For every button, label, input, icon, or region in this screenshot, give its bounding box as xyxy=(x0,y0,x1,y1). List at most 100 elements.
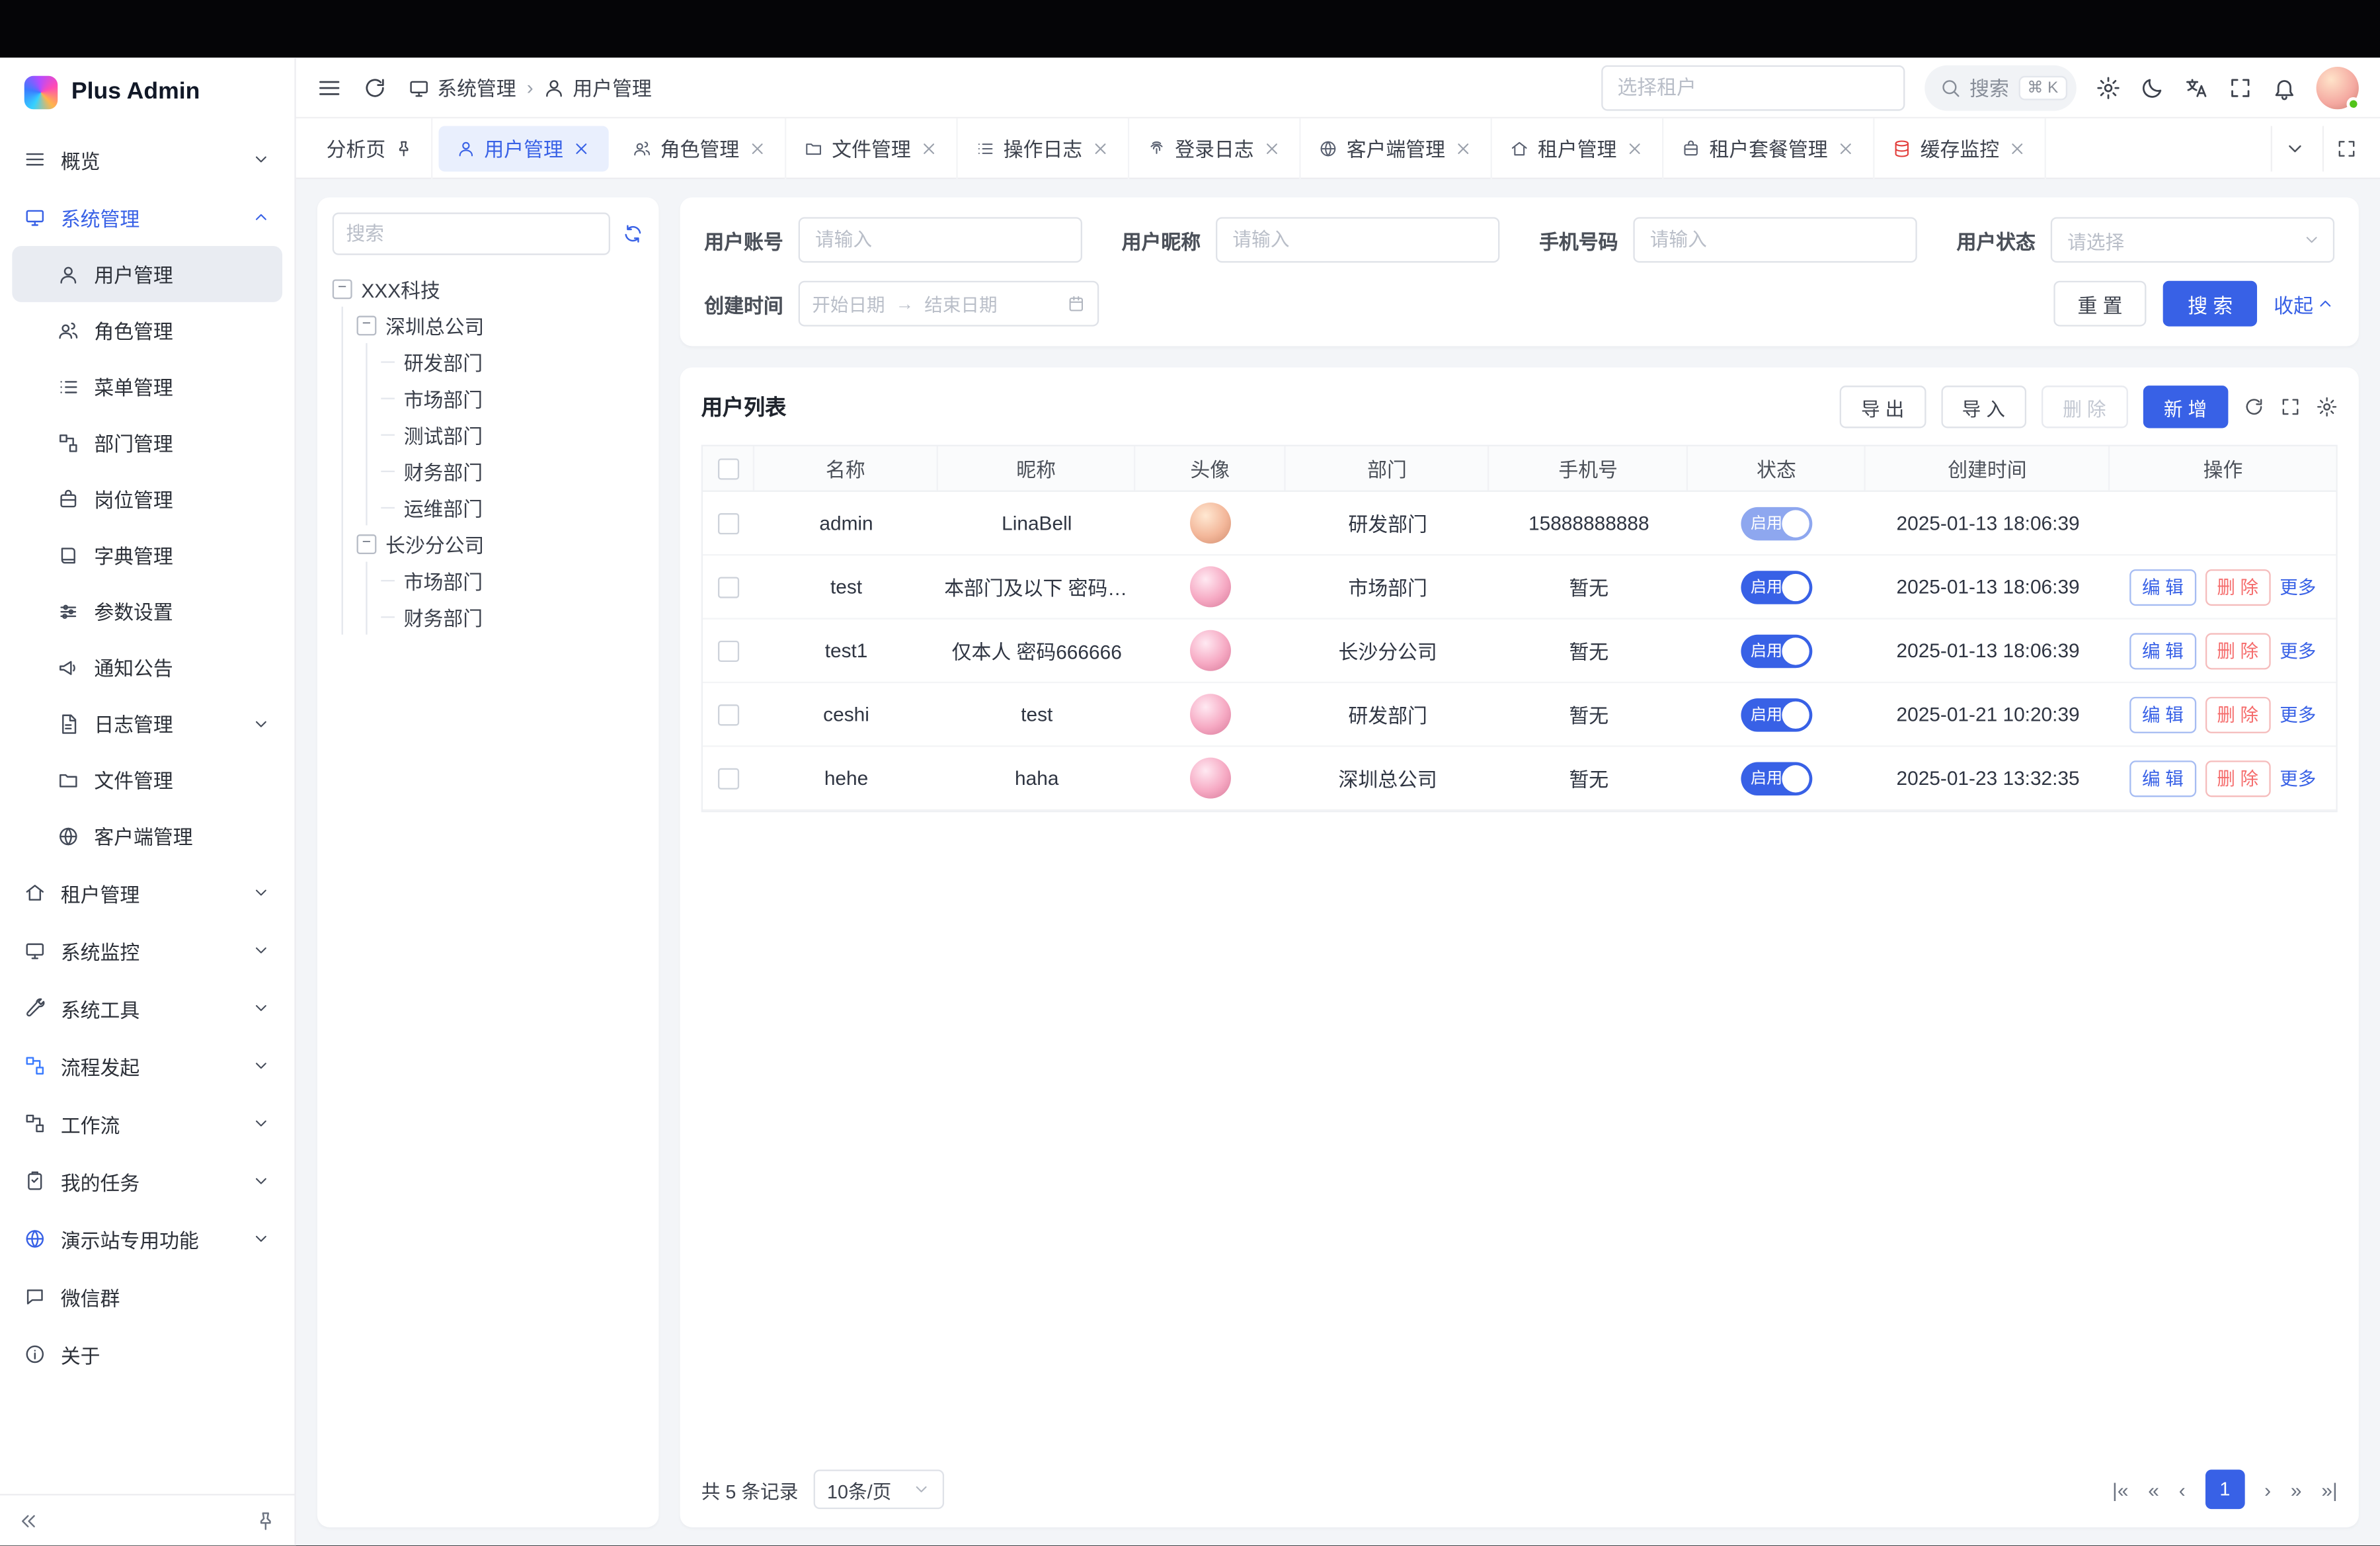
more-actions-link[interactable]: 更多 xyxy=(2280,637,2316,663)
tab-role-management[interactable]: 角色管理 xyxy=(615,118,786,179)
status-toggle[interactable]: 启用 xyxy=(1741,761,1813,795)
next-page-button[interactable]: › xyxy=(2264,1479,2271,1499)
tab-client-management[interactable]: 客户端管理 xyxy=(1301,118,1492,179)
prev-5-pages-button[interactable]: « xyxy=(2148,1479,2159,1499)
settings-button[interactable] xyxy=(2096,75,2121,100)
notifications-button[interactable] xyxy=(2272,75,2297,100)
sidebar-item-user-management[interactable]: 用户管理 xyxy=(12,246,282,302)
tree-node-branch[interactable]: − 深圳总公司 xyxy=(357,307,644,343)
tab-fullscreen-button[interactable] xyxy=(2322,125,2368,171)
table-refresh-button[interactable] xyxy=(2243,396,2264,417)
close-tab-icon[interactable] xyxy=(748,139,767,157)
tab-list-dropdown-button[interactable] xyxy=(2271,125,2317,171)
next-5-pages-button[interactable]: » xyxy=(2291,1479,2302,1499)
more-actions-link[interactable]: 更多 xyxy=(2280,574,2316,600)
sidebar-item-menu-management[interactable]: 菜单管理 xyxy=(12,358,282,415)
table-fullscreen-button[interactable] xyxy=(2280,396,2301,417)
reset-button[interactable]: 重 置 xyxy=(2053,281,2147,327)
tab-user-management[interactable]: 用户管理 xyxy=(439,125,609,171)
edit-button[interactable]: 编 辑 xyxy=(2130,760,2196,796)
close-tab-icon[interactable] xyxy=(1091,139,1110,157)
sidebar-item-demo-features[interactable]: 演示站专用功能 xyxy=(12,1210,282,1268)
close-tab-icon[interactable] xyxy=(1454,139,1473,157)
sidebar-item-notice[interactable]: 通知公告 xyxy=(12,639,282,696)
delete-button[interactable]: 删 除 xyxy=(2042,386,2127,428)
pin-icon[interactable] xyxy=(395,139,413,157)
prev-page-button[interactable]: ‹ xyxy=(2179,1479,2186,1499)
breadcrumb-root[interactable]: 系统管理 xyxy=(409,73,516,102)
column-settings-button[interactable] xyxy=(2317,396,2338,417)
collapse-filter-link[interactable]: 收起 xyxy=(2274,289,2334,318)
user-avatar[interactable] xyxy=(1190,630,1231,671)
close-tab-icon[interactable] xyxy=(920,139,938,157)
tree-search-input[interactable] xyxy=(333,212,610,255)
search-button[interactable]: 搜 索 xyxy=(2164,281,2257,327)
app-logo[interactable]: Plus Admin xyxy=(0,58,294,128)
current-page-button[interactable]: 1 xyxy=(2205,1469,2245,1509)
status-toggle[interactable]: 启用 xyxy=(1741,570,1813,604)
export-button[interactable]: 导 出 xyxy=(1840,386,1926,428)
delete-row-button[interactable]: 删 除 xyxy=(2205,760,2271,796)
row-checkbox[interactable] xyxy=(718,576,739,597)
sidebar-item-param-settings[interactable]: 参数设置 xyxy=(12,583,282,639)
tab-file-management[interactable]: 文件管理 xyxy=(786,118,957,179)
sidebar-item-overview[interactable]: 概览 xyxy=(12,130,282,188)
sidebar-item-role-management[interactable]: 角色管理 xyxy=(12,302,282,358)
collapse-toggle-icon[interactable]: − xyxy=(357,315,377,335)
breadcrumb-current[interactable]: 用户管理 xyxy=(544,73,652,102)
delete-row-button[interactable]: 删 除 xyxy=(2205,569,2271,605)
row-checkbox[interactable] xyxy=(718,704,739,725)
user-avatar[interactable] xyxy=(1190,694,1231,735)
row-checkbox[interactable] xyxy=(718,640,739,661)
tab-operation-log[interactable]: 操作日志 xyxy=(958,118,1129,179)
sidebar-item-my-tasks[interactable]: 我的任务 xyxy=(12,1153,282,1210)
user-avatar[interactable] xyxy=(1190,566,1231,607)
sidebar-item-wechat-group[interactable]: 微信群 xyxy=(12,1268,282,1325)
sidebar-item-system-monitor[interactable]: 系统监控 xyxy=(12,922,282,979)
user-avatar[interactable] xyxy=(1190,503,1231,544)
status-toggle[interactable]: 启用 xyxy=(1741,634,1813,668)
close-tab-icon[interactable] xyxy=(573,139,591,157)
delete-row-button[interactable]: 删 除 xyxy=(2205,696,2271,733)
sidebar-item-workflow[interactable]: 工作流 xyxy=(12,1094,282,1152)
edit-button[interactable]: 编 辑 xyxy=(2130,632,2196,669)
nickname-input[interactable] xyxy=(1216,217,1499,263)
tree-node-dept[interactable]: 财务部门 xyxy=(381,452,643,489)
language-button[interactable] xyxy=(2184,75,2209,100)
more-actions-link[interactable]: 更多 xyxy=(2280,765,2316,791)
more-actions-link[interactable]: 更多 xyxy=(2280,702,2316,727)
first-page-button[interactable]: |« xyxy=(2112,1479,2128,1499)
tree-node-branch[interactable]: − 长沙分公司 xyxy=(357,525,644,561)
tree-node-company[interactable]: − XXX科技 xyxy=(333,270,644,307)
close-tab-icon[interactable] xyxy=(1837,139,1855,157)
status-select[interactable]: 请选择 xyxy=(2051,217,2334,263)
tab-tenant-package-management[interactable]: 租户套餐管理 xyxy=(1664,118,1875,179)
tree-node-dept[interactable]: 市场部门 xyxy=(381,380,643,416)
add-button[interactable]: 新 增 xyxy=(2143,386,2229,428)
tree-node-dept[interactable]: 市场部门 xyxy=(381,561,643,598)
select-all-checkbox[interactable] xyxy=(717,458,738,479)
sidebar-item-log-management[interactable]: 日志管理 xyxy=(12,696,282,752)
tree-refresh-button[interactable] xyxy=(622,224,643,245)
sidebar-item-system-management[interactable]: 系统管理 xyxy=(12,188,282,246)
close-tab-icon[interactable] xyxy=(1263,139,1281,157)
status-toggle[interactable]: 启用 xyxy=(1741,698,1813,731)
sidebar-item-client-management[interactable]: 客户端管理 xyxy=(12,807,282,864)
edit-button[interactable]: 编 辑 xyxy=(2130,696,2196,733)
dark-mode-button[interactable] xyxy=(2140,75,2164,100)
sidebar-item-process-start[interactable]: 流程发起 xyxy=(12,1037,282,1094)
tab-tenant-management[interactable]: 租户管理 xyxy=(1492,118,1663,179)
sidebar-pin-button[interactable] xyxy=(255,1510,276,1531)
tab-cache-monitor[interactable]: 缓存监控 xyxy=(1875,118,2046,179)
sidebar-item-about[interactable]: 关于 xyxy=(12,1325,282,1383)
date-range-picker[interactable]: 开始日期 → 结束日期 xyxy=(799,281,1099,327)
phone-input[interactable] xyxy=(1633,217,1917,263)
status-toggle[interactable]: 启用 xyxy=(1741,507,1813,540)
user-avatar[interactable] xyxy=(1190,758,1231,799)
account-input[interactable] xyxy=(799,217,1082,263)
delete-row-button[interactable]: 删 除 xyxy=(2205,632,2271,669)
sidebar-item-post-management[interactable]: 岗位管理 xyxy=(12,471,282,527)
sidebar-item-dict-management[interactable]: 字典管理 xyxy=(12,527,282,583)
hamburger-menu-button[interactable] xyxy=(317,75,342,100)
tab-login-log[interactable]: 登录日志 xyxy=(1129,118,1300,179)
